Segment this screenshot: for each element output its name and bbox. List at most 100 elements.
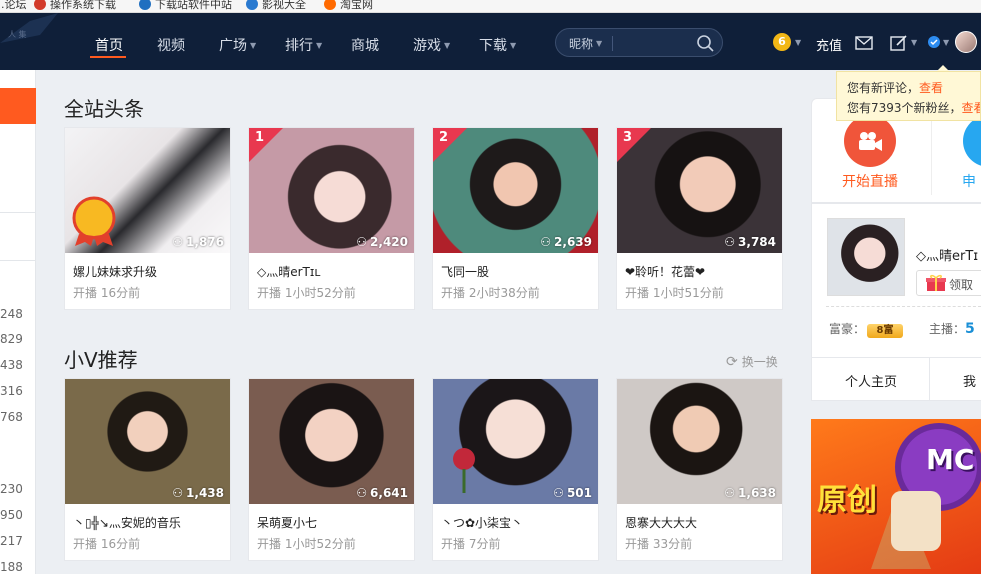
stream-start-time: 开播 1小时52分前: [257, 286, 356, 300]
left-active-tab[interactable]: [0, 88, 36, 124]
search-type-select[interactable]: 昵称 ▼: [569, 35, 602, 52]
stream-start-time: 开播 33分前: [625, 537, 693, 551]
verified-icon[interactable]: [927, 35, 941, 49]
left-count: 438: [0, 358, 23, 372]
stream-title[interactable]: 飞同一股: [441, 263, 489, 280]
rose-image: [453, 448, 475, 493]
tab-personal-home[interactable]: 个人主页: [845, 371, 897, 390]
tab-mine[interactable]: 我: [963, 371, 976, 390]
stream-thumbnail[interactable]: 3 ⚇ 3,784: [617, 128, 782, 253]
nav-ranking[interactable]: 排行 ▼: [285, 35, 322, 55]
profile-avatar[interactable]: [827, 218, 905, 296]
stream-title[interactable]: 嫘儿妹妹求升级: [73, 263, 157, 280]
view-comments-link[interactable]: 查看: [919, 81, 943, 95]
rank-number: 2: [439, 130, 449, 145]
stream-thumbnail[interactable]: ⚇ 1,876: [65, 128, 230, 253]
left-count: 829: [0, 332, 23, 346]
left-count: 950: [0, 508, 23, 522]
stream-start-time: 开播 1小时51分前: [625, 286, 724, 300]
stream-thumbnail[interactable]: 2 ⚇ 2,639: [433, 128, 598, 253]
stream-title[interactable]: 呆萌夏小七: [257, 514, 317, 531]
user-avatar[interactable]: [955, 31, 977, 53]
apply-label[interactable]: 申: [962, 171, 976, 191]
stream-card[interactable]: ⚇ 1,876 嫘儿妹妹求升级 开播 16分前: [64, 127, 231, 310]
left-divider: [0, 260, 36, 261]
stream-title[interactable]: ◇灬晴erTɪʟ: [257, 263, 320, 280]
search-divider: [612, 36, 613, 51]
stream-thumbnail[interactable]: ⚇ 501: [433, 379, 598, 504]
rank-number: 3: [623, 130, 633, 145]
stream-card[interactable]: 3 ⚇ 3,784 ❤聆听！花蕾❤ 开播 1小时51分前: [616, 127, 783, 310]
gift-icon: [926, 274, 946, 291]
bookmark-item[interactable]: 淘宝网: [324, 0, 373, 12]
stream-thumbnail[interactable]: ⚇ 1,638: [617, 379, 782, 504]
promo-banner[interactable]: MC 原创: [811, 419, 981, 574]
stream-card[interactable]: 2 ⚇ 2,639 飞同一股 开播 2小时38分前: [432, 127, 599, 310]
bookmark-item[interactable]: 下载站软件中站: [139, 0, 232, 12]
start-live-button[interactable]: [844, 115, 896, 167]
svg-text:人 集: 人 集: [8, 29, 27, 39]
refresh-button[interactable]: ⟳ 换一换: [726, 353, 778, 370]
stream-card[interactable]: ⚇ 1,438 丶▯╬↘灬安妮的音乐 开播 16分前: [64, 378, 231, 561]
bookmark-item[interactable]: 操作系统下载: [34, 0, 116, 12]
search-box: 昵称 ▼: [555, 28, 723, 57]
start-live-label[interactable]: 开始直播: [842, 171, 898, 191]
stream-start-time: 开播 16分前: [73, 286, 141, 300]
viewer-count: ⚇ 2,639: [540, 235, 592, 249]
edit-icon[interactable]: [890, 35, 908, 51]
user-icon: ⚇: [172, 486, 184, 500]
stream-title[interactable]: 丶▯╬↘灬安妮的音乐: [73, 514, 181, 531]
rich-level: 富豪： 8富: [829, 320, 904, 338]
left-divider: [0, 212, 36, 213]
host-level: 主播：5: [929, 321, 975, 337]
stream-thumbnail[interactable]: ⚇ 1,438: [65, 379, 230, 504]
bookmark-item[interactable]: 影视大全: [246, 0, 306, 12]
site-logo[interactable]: 人 集: [0, 13, 60, 70]
notification-popup: 您有新评论，查看 您有7393个新粉丝，查看: [836, 71, 981, 121]
nav-download[interactable]: 下载 ▼: [479, 35, 516, 55]
view-fans-link[interactable]: 查看: [962, 101, 980, 115]
chevron-down-icon: ▼: [250, 40, 257, 50]
viewer-count: ⚇ 1,438: [172, 486, 224, 500]
panel-divider: [931, 110, 932, 195]
stream-card[interactable]: 1 ⚇ 2,420 ◇灬晴erTɪʟ 开播 1小时52分前: [248, 127, 415, 310]
nav-games[interactable]: 游戏 ▼: [413, 35, 450, 55]
nav-square[interactable]: 广场 ▼: [219, 35, 256, 55]
banner-logo-text: MC: [926, 443, 975, 476]
nav-mall[interactable]: 商城: [351, 35, 379, 55]
user-icon: ⚇: [356, 486, 368, 500]
coin-level-badge[interactable]: 6: [773, 33, 791, 51]
profile-name[interactable]: ◇灬晴erTɪ: [916, 245, 978, 264]
viewer-count: ⚇ 2,420: [356, 235, 408, 249]
headline-star-badge: [72, 196, 116, 246]
stream-thumbnail[interactable]: ⚇ 6,641: [249, 379, 414, 504]
chevron-down-icon[interactable]: ▼: [911, 38, 917, 47]
left-count: 217: [0, 534, 23, 548]
camera-icon: [859, 132, 882, 151]
user-icon: ⚇: [172, 235, 184, 249]
stream-title[interactable]: 恩寨大大大大: [625, 514, 697, 531]
nav-home[interactable]: 首页: [95, 35, 123, 55]
chevron-down-icon: ▼: [510, 40, 517, 50]
nav-video[interactable]: 视频: [157, 35, 185, 55]
stream-card[interactable]: ⚇ 501 丶つ✿小柒宝丶 开播 7分前: [432, 378, 599, 561]
user-icon: ⚇: [553, 486, 564, 500]
user-icon: ⚇: [724, 235, 736, 249]
stream-card[interactable]: ⚇ 6,641 呆萌夏小七 开播 1小时52分前: [248, 378, 415, 561]
left-count: 230: [0, 482, 23, 496]
stream-thumbnail[interactable]: 1 ⚇ 2,420: [249, 128, 414, 253]
chevron-down-icon[interactable]: ▼: [943, 38, 949, 47]
banner-title: 原创: [817, 483, 877, 518]
bookmark-item[interactable]: ...论坛: [0, 0, 27, 12]
chevron-down-icon[interactable]: ▼: [795, 38, 801, 47]
viewer-count: ⚇ 6,641: [356, 486, 408, 500]
chevron-down-icon: ▼: [596, 39, 603, 48]
mail-icon[interactable]: [855, 35, 873, 51]
stream-title[interactable]: 丶つ✿小柒宝丶: [441, 514, 523, 531]
stream-title[interactable]: ❤聆听！花蕾❤: [625, 263, 705, 280]
bookmark-icon: [324, 0, 336, 10]
recharge-link[interactable]: 充值: [816, 35, 842, 54]
viewer-count: ⚇ 1,876: [172, 235, 224, 249]
search-icon[interactable]: [696, 34, 714, 52]
stream-card[interactable]: ⚇ 1,638 恩寨大大大大 开播 33分前: [616, 378, 783, 561]
